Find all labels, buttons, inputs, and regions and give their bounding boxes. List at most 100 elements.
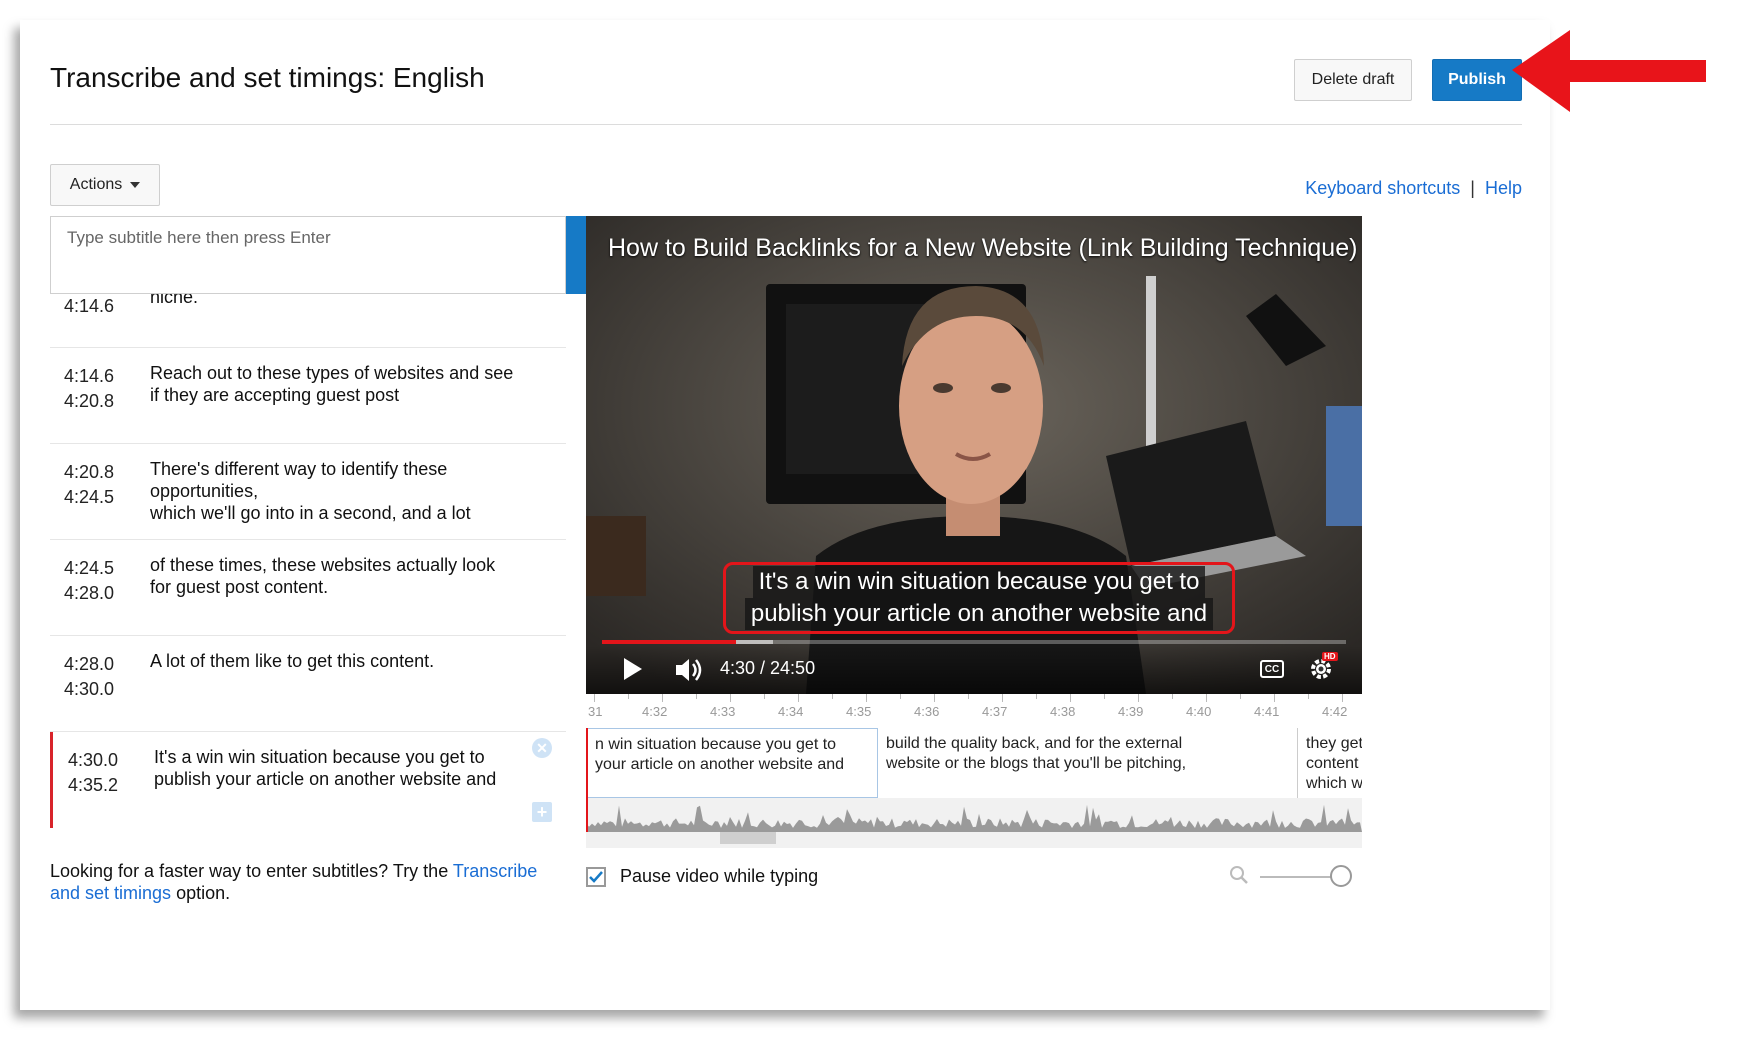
subtitle-row[interactable]: 4:14.6 4:20.8 Reach out to these types of… xyxy=(50,348,566,444)
subtitle-row[interactable]: 4:24.5 4:28.0 of these times, these websi… xyxy=(50,540,566,636)
editor-panel: Transcribe and set timings: English Dele… xyxy=(20,20,1550,1010)
zoom-slider-knob[interactable] xyxy=(1330,865,1352,887)
ruler-tick xyxy=(1036,694,1037,699)
actions-dropdown[interactable]: Actions xyxy=(50,164,160,206)
ruler-tick xyxy=(594,694,595,702)
subtitle-text: of these times, these websites actually … xyxy=(150,555,496,597)
hd-badge: HD xyxy=(1322,652,1338,661)
zoom-slider-track[interactable] xyxy=(1260,876,1340,878)
ruler-tick xyxy=(1342,694,1343,702)
start-time[interactable]: 4:30.0 xyxy=(68,748,118,773)
end-time: 4:24.5 xyxy=(64,487,115,507)
publish-button[interactable]: Publish xyxy=(1432,59,1522,101)
caret-down-icon xyxy=(130,182,141,188)
timeline-ruler: 31 4:32 4:33 4:34 4:35 4:36 4:37 4:38 4:… xyxy=(586,694,1362,729)
timeline-segment[interactable]: they get content which w xyxy=(1298,728,1362,798)
timeline-segment-active[interactable]: n win situation because you get to your … xyxy=(586,728,878,798)
page-title: Transcribe and set timings: English xyxy=(50,62,485,93)
note-suffix: option. xyxy=(171,883,231,903)
subtitle-times: 4:20.8 4:24.5 xyxy=(64,460,114,510)
ruler-tick xyxy=(1104,694,1105,699)
captions-button[interactable]: CC xyxy=(1260,660,1284,678)
pause-option: Pause video while typing xyxy=(586,866,818,887)
ruler-tick xyxy=(1070,694,1071,702)
actions-label: Actions xyxy=(69,176,123,193)
timeline-editor[interactable]: 31 4:32 4:33 4:34 4:35 4:36 4:37 4:38 4:… xyxy=(586,694,1362,848)
delete-subtitle-icon[interactable]: ✕ xyxy=(532,738,552,758)
tick-label: 4:32 xyxy=(642,704,668,719)
end-time: 4:30.0 xyxy=(64,679,115,699)
keyboard-shortcuts-link[interactable]: Keyboard shortcuts xyxy=(1305,178,1460,198)
note-prefix: Looking for a faster way to enter subtit… xyxy=(50,861,453,881)
tick-label: 4:33 xyxy=(710,704,736,719)
video-player[interactable]: How to Build Backlinks for a New Website… xyxy=(586,216,1362,694)
pause-label: Pause video while typing xyxy=(620,866,819,886)
start-time: 4:28.0 xyxy=(64,654,115,674)
tick-label: 4:35 xyxy=(846,704,872,719)
delete-draft-button[interactable]: Delete draft xyxy=(1294,59,1412,101)
ruler-tick xyxy=(1138,694,1139,702)
play-icon[interactable] xyxy=(624,658,642,680)
start-time: 4:14.6 xyxy=(64,366,115,386)
timeline-scrollbar[interactable] xyxy=(720,832,776,844)
segment-line: your article on another website and xyxy=(595,756,845,773)
subtitle-times: 4:14.6 4:20.8 xyxy=(64,364,114,414)
segment-line: they get xyxy=(1306,735,1362,752)
caption-line: It's a win win situation because you get… xyxy=(752,566,1206,598)
ruler-tick xyxy=(1002,694,1003,702)
waveform-shape xyxy=(586,804,1362,832)
subtitle-text: niche. xyxy=(150,294,199,307)
ruler-tick xyxy=(832,694,833,699)
tick-label: 4:36 xyxy=(914,704,940,719)
subtitle-row-active[interactable]: 4:30.0 4:35.2 It's a win win situation be… xyxy=(50,732,566,828)
video-caption: It's a win win situation because you get… xyxy=(723,562,1235,634)
ruler-tick xyxy=(1172,694,1173,699)
subtitle-times: 4:30.0 4:35.2 xyxy=(68,748,118,798)
subtitle-text: A lot of them like to get this content. xyxy=(150,651,435,671)
subtitle-times: 4:14.6 xyxy=(64,294,114,319)
segment-line: build the quality back, and for the exte… xyxy=(886,735,1183,752)
subtitle-text[interactable]: It's a win win situation because you get… xyxy=(154,746,554,790)
start-time: 4:24.5 xyxy=(64,558,115,578)
tick-label: 31 xyxy=(588,704,603,719)
ruler-tick xyxy=(730,694,731,702)
subtitle-row[interactable]: 4:28.0 4:30.0 A lot of them like to get t… xyxy=(50,636,566,732)
ruler-tick xyxy=(1240,694,1241,699)
ruler-tick xyxy=(866,694,867,702)
audio-waveform xyxy=(586,804,1362,832)
pause-checkbox[interactable] xyxy=(586,866,606,887)
ruler-tick xyxy=(1274,694,1275,702)
subtitle-input[interactable] xyxy=(65,227,489,249)
tick-label: 4:37 xyxy=(982,704,1008,719)
end-time: 4:28.0 xyxy=(64,583,115,603)
segment-line: which w xyxy=(1306,775,1362,792)
video-progress-bar[interactable] xyxy=(602,640,1346,644)
caption-line: publish your article on another website … xyxy=(744,598,1214,630)
red-arrow-annotation xyxy=(1512,30,1706,112)
subtitle-input-box xyxy=(50,216,566,294)
subtitle-list: 4:14.6 niche. 4:14.6 4:20.8 Reach out to … xyxy=(50,294,646,842)
tick-label: 4:34 xyxy=(778,704,804,719)
help-link[interactable]: Help xyxy=(1485,178,1522,198)
tick-label: 4:40 xyxy=(1186,704,1212,719)
end-time[interactable]: 4:35.2 xyxy=(68,773,118,798)
faster-way-note: Looking for a faster way to enter subtit… xyxy=(50,860,570,904)
ruler-tick xyxy=(900,694,901,699)
subtitle-row[interactable]: 4:20.8 4:24.5 There's different way to id… xyxy=(50,444,566,540)
insert-subtitle-icon[interactable]: + xyxy=(532,802,552,822)
volume-icon[interactable] xyxy=(674,656,704,684)
buffered-fill xyxy=(735,640,774,644)
tick-label: 4:41 xyxy=(1254,704,1280,719)
header-divider xyxy=(50,124,1522,125)
segment-line: content xyxy=(1306,755,1359,772)
tick-label: 4:38 xyxy=(1050,704,1076,719)
player-controls: 4:30 / 24:50 CC HD xyxy=(586,646,1362,694)
subtitle-row[interactable]: 4:14.6 niche. xyxy=(50,294,566,348)
playhead-line[interactable] xyxy=(586,728,588,832)
ruler-tick xyxy=(1308,694,1309,699)
timeline-segment[interactable]: build the quality back, and for the exte… xyxy=(878,728,1298,798)
video-timecode: 4:30 / 24:50 xyxy=(720,658,816,678)
start-time: 4:20.8 xyxy=(64,462,115,482)
subtitle-times: 4:28.0 4:30.0 xyxy=(64,652,114,702)
subtitle-text: There's different way to identify these … xyxy=(150,459,471,523)
